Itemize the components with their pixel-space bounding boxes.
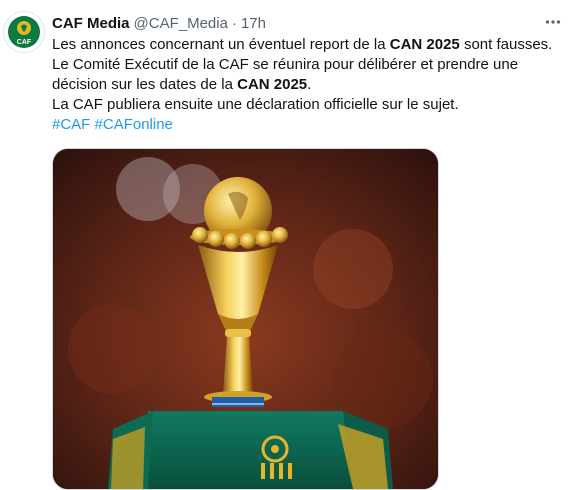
tweet-line-1: Les annonces concernant un éventuel repo… (52, 36, 553, 53)
tweet-line-3: décision sur les dates de la CAN 2025. (52, 76, 312, 93)
display-name[interactable]: CAF Media (52, 15, 130, 32)
hashtag-cafonline[interactable]: #CAFonline (95, 116, 173, 133)
tweet-line-4: La CAF publiera ensuite une déclaration … (52, 96, 459, 113)
user-handle[interactable]: @CAF_Media (134, 15, 228, 32)
avatar[interactable]: CAF (4, 12, 44, 52)
tweet-header: CAF Media @CAF_Media · 17h (52, 13, 560, 33)
separator-dot: · (231, 14, 237, 32)
hashtag-caf[interactable]: #CAF (52, 116, 90, 133)
more-options-button[interactable] (542, 12, 564, 32)
tweet-media-image[interactable] (52, 148, 439, 490)
tweet-hashtags: #CAF #CAFonline (52, 115, 567, 135)
trophy-photo (53, 149, 438, 489)
tweet-text: Les annonces concernant un éventuel repo… (52, 35, 567, 135)
timestamp[interactable]: 17h (241, 15, 266, 32)
tweet[interactable]: CAF CAF Media @CAF_Media · 17h Les annon… (0, 0, 570, 490)
more-horizontal-icon (545, 20, 561, 24)
tweet-line-2: Le Comité Exécutif de la CAF se réunira … (52, 56, 519, 73)
avatar-caf-text: CAF (17, 39, 32, 46)
